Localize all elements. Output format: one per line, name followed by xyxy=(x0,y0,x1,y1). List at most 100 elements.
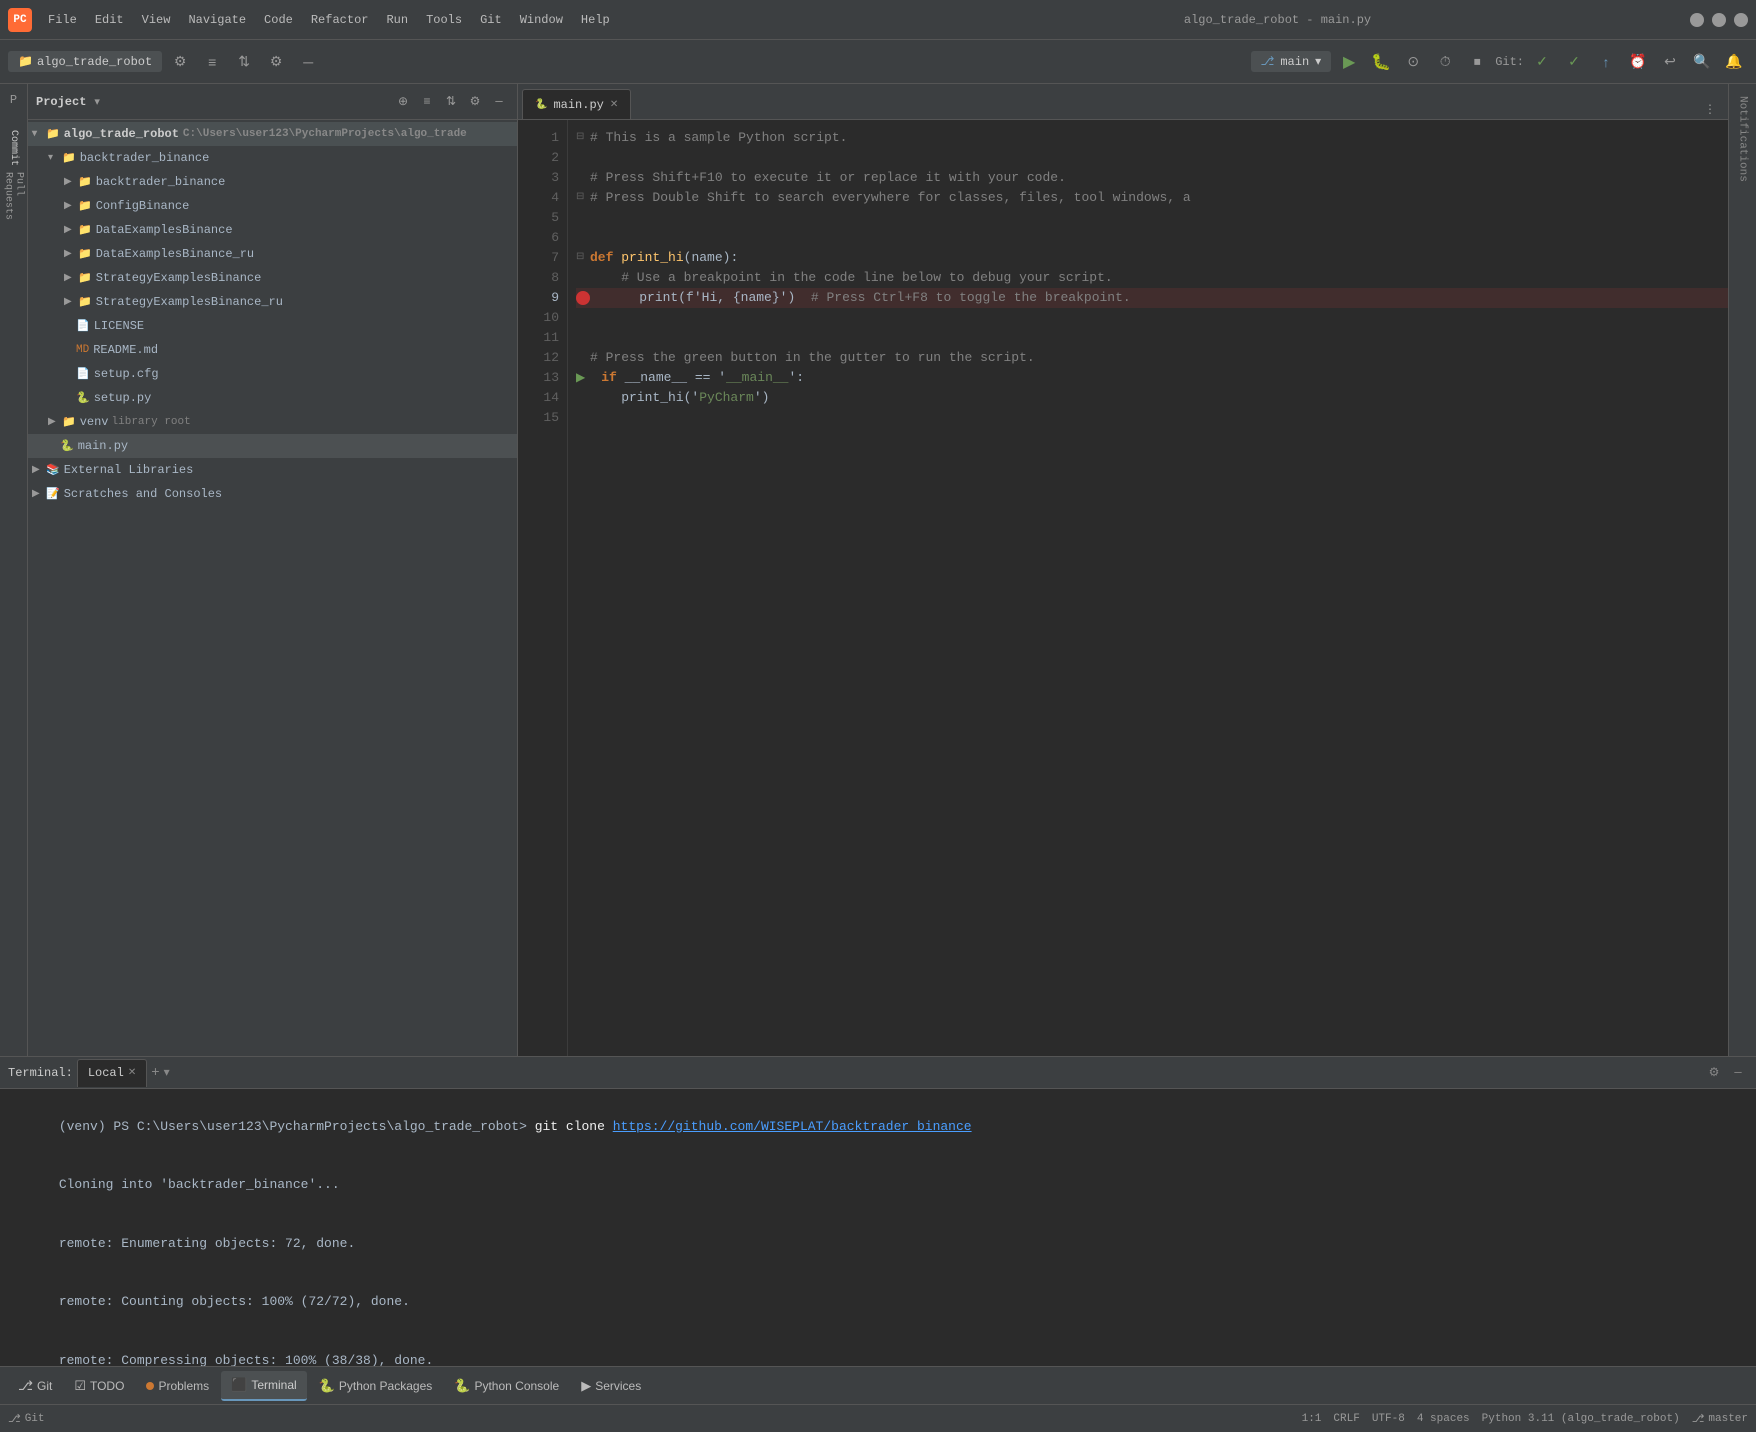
editor-tab-main-py[interactable]: 🐍 main.py ✕ xyxy=(522,89,631,119)
close-panel-button[interactable]: ─ xyxy=(489,92,509,112)
menu-tools[interactable]: Tools xyxy=(418,9,470,31)
code-normal-13: ': xyxy=(788,368,804,388)
python-console-tool-button[interactable]: 🐍 Python Console xyxy=(444,1371,569,1401)
menu-run[interactable]: Run xyxy=(378,9,416,31)
status-crlf[interactable]: CRLF xyxy=(1333,1413,1359,1425)
coverage-button[interactable]: ⊙ xyxy=(1399,48,1427,76)
tree-item-main-py[interactable]: 🐍 main.py xyxy=(28,434,517,458)
tree-item-readme[interactable]: MD README.md xyxy=(28,338,517,362)
tree-item-strategy[interactable]: ▶ 📁 StrategyExamplesBinance xyxy=(28,266,517,290)
problems-tool-button[interactable]: Problems xyxy=(136,1371,219,1401)
todo-tool-button[interactable]: ☑ TODO xyxy=(64,1371,134,1401)
code-content[interactable]: ⊟ # This is a sample Python script. # Pr… xyxy=(568,120,1728,1056)
status-encoding[interactable]: UTF-8 xyxy=(1372,1413,1405,1425)
collapse-tree-button[interactable]: ⊕ xyxy=(393,92,413,112)
menu-file[interactable]: File xyxy=(40,9,85,31)
tree-arrow-data-ru: ▶ xyxy=(64,248,76,260)
maximize-button[interactable] xyxy=(1712,13,1726,27)
python-packages-tool-button[interactable]: 🐍 Python Packages xyxy=(309,1371,443,1401)
search-button[interactable]: 🔍 xyxy=(1688,48,1716,76)
terminal-minimize-button[interactable]: ─ xyxy=(1728,1063,1748,1083)
filter-button[interactable]: ⇅ xyxy=(441,92,461,112)
git-tool-label: Git xyxy=(37,1379,52,1393)
collapse-button[interactable]: ─ xyxy=(294,48,322,76)
line-1: 1 xyxy=(518,128,559,148)
menu-navigate[interactable]: Navigate xyxy=(180,9,254,31)
git-revert-button[interactable]: ↩ xyxy=(1656,48,1684,76)
git-check-button[interactable]: ✓ xyxy=(1528,48,1556,76)
menu-code[interactable]: Code xyxy=(256,9,301,31)
status-git-icon: ⎇ xyxy=(8,1412,21,1426)
sync-button[interactable]: ≡ xyxy=(198,48,226,76)
terminal-tab-local[interactable]: Local ✕ xyxy=(77,1059,147,1087)
fold-4[interactable]: ⊟ xyxy=(576,188,588,208)
terminal-settings-button[interactable]: ⚙ xyxy=(1704,1063,1724,1083)
code-line-2 xyxy=(576,148,1728,168)
project-label[interactable]: 📁 algo_trade_robot xyxy=(8,51,162,72)
menu-window[interactable]: Window xyxy=(512,9,571,31)
profile-button[interactable]: ⏱ xyxy=(1431,48,1459,76)
status-branch[interactable]: ⎇ master xyxy=(1692,1412,1748,1426)
tree-item-license[interactable]: 📄 LICENSE xyxy=(28,314,517,338)
line-9: 9 xyxy=(518,288,559,308)
tree-item-strategy-ru[interactable]: ▶ 📁 StrategyExamplesBinance_ru xyxy=(28,290,517,314)
tab-close-button[interactable]: ✕ xyxy=(610,99,618,111)
add-terminal-button[interactable]: + xyxy=(151,1065,159,1081)
minimize-button[interactable] xyxy=(1690,13,1704,27)
tree-item-scratches[interactable]: ▶ 📝 Scratches and Consoles xyxy=(28,482,517,506)
status-git[interactable]: ⎇ Git xyxy=(8,1412,45,1426)
git-push-button[interactable]: ↑ xyxy=(1592,48,1620,76)
tree-item-setup-cfg[interactable]: 📄 setup.cfg xyxy=(28,362,517,386)
tree-item-backtrader-binance[interactable]: ▶ 📁 backtrader_binance xyxy=(28,170,517,194)
project-icon[interactable]: P xyxy=(2,88,26,112)
tree-item-venv[interactable]: ▶ 📁 venv library root xyxy=(28,410,517,434)
services-tool-button[interactable]: ▶ Services xyxy=(571,1371,651,1401)
git-tool-button[interactable]: ⎇ Git xyxy=(8,1371,62,1401)
project-panel-dropdown[interactable]: ▾ xyxy=(94,95,100,109)
run-configuration[interactable]: ⎇ main ▾ xyxy=(1251,51,1332,72)
fold-1[interactable]: ⊟ xyxy=(576,128,588,148)
tree-item-config[interactable]: ▶ 📁 ConfigBinance xyxy=(28,194,517,218)
terminal-content[interactable]: (venv) PS C:\Users\user123\PycharmProjec… xyxy=(0,1089,1756,1366)
panel-header-actions: ⊕ ≡ ⇅ ⚙ ─ xyxy=(393,92,509,112)
status-bar: ⎇ Git 1:1 CRLF UTF-8 4 spaces Python 3.1… xyxy=(0,1404,1756,1432)
git-update-button[interactable]: ⏰ xyxy=(1624,48,1652,76)
tree-item-data-ru[interactable]: ▶ 📁 DataExamplesBinance_ru xyxy=(28,242,517,266)
fold-7[interactable]: ⊟ xyxy=(576,248,588,268)
close-button[interactable] xyxy=(1734,13,1748,27)
line-5: 5 xyxy=(518,208,559,228)
python-console-icon: 🐍 xyxy=(454,1378,470,1394)
terminal-dropdown-button[interactable]: ▾ xyxy=(164,1065,170,1080)
code-text-12: # Press the green button in the gutter t… xyxy=(590,348,1035,368)
tree-item-data[interactable]: ▶ 📁 DataExamplesBinance xyxy=(28,218,517,242)
sort-button[interactable]: ⇅ xyxy=(230,48,258,76)
terminal-tab-close[interactable]: ✕ xyxy=(128,1067,136,1079)
menu-git[interactable]: Git xyxy=(472,9,510,31)
settings-tree-button[interactable]: ⚙ xyxy=(465,92,485,112)
tree-item-ext-libs[interactable]: ▶ 📚 External Libraries xyxy=(28,458,517,482)
status-line-col[interactable]: 1:1 xyxy=(1302,1413,1322,1425)
debug-button[interactable]: 🐛 xyxy=(1367,48,1395,76)
menu-help[interactable]: Help xyxy=(573,9,618,31)
tree-item-backtrader[interactable]: ▾ 📁 backtrader_binance xyxy=(28,146,517,170)
recent-files-button[interactable]: ⋮ xyxy=(1700,99,1720,119)
gear-button[interactable]: ⚙ xyxy=(262,48,290,76)
terminal-line-4: remote: Counting objects: 100% (72/72), … xyxy=(12,1273,1744,1332)
tree-item-setup-py[interactable]: 🐍 setup.py xyxy=(28,386,517,410)
git-commit-button[interactable]: ✓ xyxy=(1560,48,1588,76)
menu-refactor[interactable]: Refactor xyxy=(303,9,377,31)
notifications-button[interactable]: 🔔 xyxy=(1720,48,1748,76)
terminal-url-1[interactable]: https://github.com/WISEPLAT/backtrader_b… xyxy=(613,1119,972,1134)
settings-button[interactable]: ⚙ xyxy=(166,48,194,76)
status-indent[interactable]: 4 spaces xyxy=(1417,1413,1470,1425)
tree-root[interactable]: ▾ 📁 algo_trade_robot C:\Users\user123\Py… xyxy=(28,122,517,146)
hide-folders-button[interactable]: ≡ xyxy=(417,92,437,112)
commit-icon[interactable]: Commit xyxy=(2,136,26,160)
stop-button[interactable]: ⏹ xyxy=(1463,48,1491,76)
menu-view[interactable]: View xyxy=(134,9,179,31)
terminal-tool-button[interactable]: ⬛ Terminal xyxy=(221,1371,307,1401)
pull-requests-icon[interactable]: Pull Requests xyxy=(2,184,26,208)
run-button[interactable]: ▶ xyxy=(1335,48,1363,76)
menu-edit[interactable]: Edit xyxy=(87,9,132,31)
status-python[interactable]: Python 3.11 (algo_trade_robot) xyxy=(1482,1413,1680,1425)
